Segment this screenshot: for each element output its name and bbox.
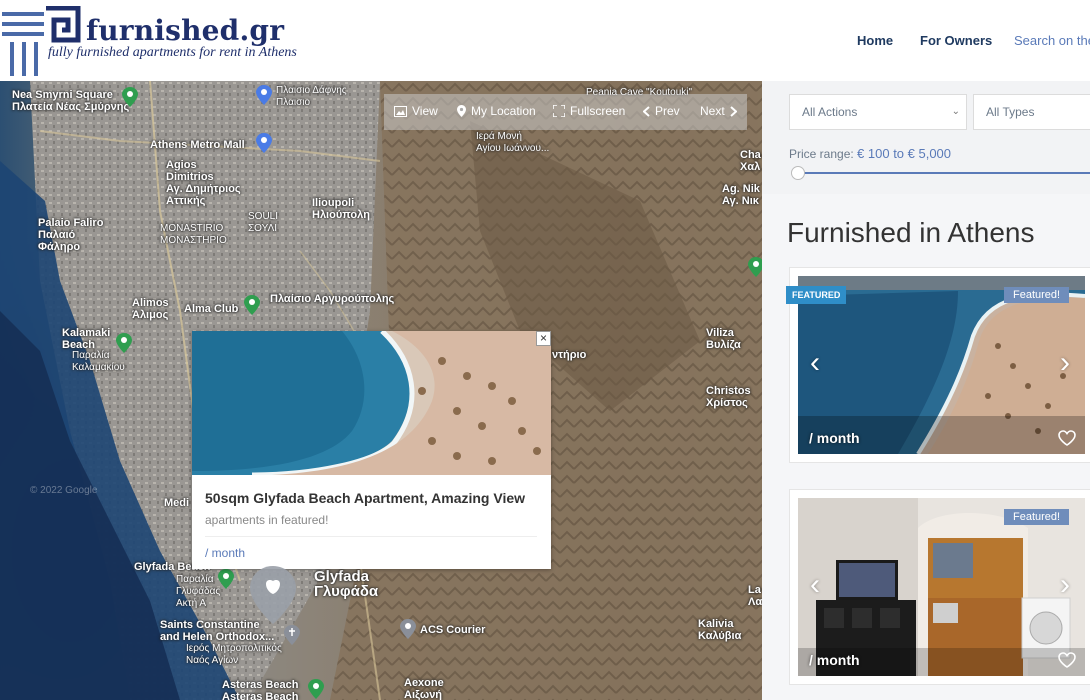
map-label: Πλαισιο Δάφνης Πλαισιο [276, 85, 347, 108]
price-range-caption: Price range: [789, 147, 854, 161]
carousel-prev-button[interactable]: ‹ [810, 570, 820, 600]
listing-card[interactable]: Featured! ‹ › / month [789, 489, 1090, 685]
popup-title[interactable]: 50sqm Glyfada Beach Apartment, Amazing V… [205, 490, 525, 506]
map-fullscreen-button[interactable]: Fullscreen [553, 104, 625, 118]
popup-subtitle: apartments in featured! [205, 513, 329, 527]
map-label: Ilioupoli Ηλιούπολη [312, 197, 370, 221]
heart-icon[interactable] [1058, 652, 1076, 668]
map-view[interactable]: Nea Smyrni Square Πλατεία Νέας Σμύρνης Π… [0, 81, 762, 700]
price-range-value: € 100 to € 5,000 [857, 146, 952, 161]
map-label: Agios Dimitrios Αγ. Δημήτριος Αττικής [166, 159, 241, 207]
courier-pin-icon[interactable] [400, 619, 416, 639]
shop-pin-icon[interactable] [256, 133, 272, 153]
listing-sidebar: All Actions ⌄ All Types Price range: € 1… [762, 81, 1090, 700]
types-select[interactable]: All Types [973, 94, 1090, 130]
park-pin-icon[interactable] [122, 87, 138, 107]
map-label: Παραλία Γλυφάδας Ακτή Α [176, 574, 221, 609]
fullscreen-icon [553, 105, 565, 117]
carousel-next-button[interactable]: › [1060, 348, 1070, 378]
map-next-label: Next [700, 104, 725, 118]
map-label: Ag. Nik Αγ. Νικ [722, 183, 760, 207]
beach-pin-icon[interactable] [218, 569, 234, 589]
featured-ribbon: FEATURED [786, 286, 847, 304]
map-label: Ιερά Μονή Αγίου Ιωάννου... [476, 131, 550, 154]
heart-icon[interactable] [1058, 430, 1076, 446]
price-slider-handle[interactable] [791, 166, 805, 180]
map-label: Alma Club [184, 303, 239, 315]
map-label: Ιερός Μητροπολιτικός Ναός Αγίων [186, 643, 282, 666]
popup-divider [205, 536, 537, 537]
map-fullscreen-label: Fullscreen [570, 104, 626, 118]
map-label: SOULI ΣΟΥΛΙ [248, 211, 279, 234]
map-label: La Λα [748, 584, 762, 608]
actions-select[interactable]: All Actions ⌄ [789, 94, 967, 130]
beach-pin-icon[interactable] [308, 679, 324, 699]
beach-pin-icon[interactable] [116, 333, 132, 353]
chevron-left-icon [643, 105, 650, 117]
church-pin-icon[interactable] [284, 625, 300, 645]
map-label: Athens Metro Mall [150, 139, 245, 151]
main-nav: Home For Owners Search on the [0, 33, 1090, 51]
venue-pin-icon[interactable] [244, 295, 260, 315]
map-prev-button[interactable]: Prev [643, 104, 680, 118]
beach-photo [192, 331, 551, 475]
carousel-next-button[interactable]: › [1060, 570, 1070, 600]
popup-price: / month [205, 546, 246, 560]
map-label: Πλαίσιο Αργυρούπολης [270, 293, 395, 305]
map-label: ντήριο [552, 349, 587, 361]
map-label: Nea Smyrni Square Πλατεία Νέας Σμύρνης [12, 89, 130, 113]
chevron-down-icon: ⌄ [951, 106, 960, 117]
types-select-value: All Types [986, 105, 1035, 119]
price-range-label: Price range: € 100 to € 5,000 [789, 146, 951, 161]
map-label: Cha Χαλ [740, 149, 761, 173]
card-price: / month [809, 430, 860, 446]
map-copyright: © 2022 Google [30, 485, 98, 496]
chevron-right-icon [730, 105, 737, 117]
map-label: Palaio Faliro Παλαιό Φάληρο [38, 217, 104, 253]
map-next-button[interactable]: Next [700, 104, 737, 118]
page: furnished.gr fully furnished apartments … [0, 0, 1090, 700]
popup-photo[interactable] [192, 331, 551, 475]
map-label: Kalamaki Beach [62, 327, 111, 351]
featured-badge: Featured! [1004, 287, 1070, 303]
map-toolbar: View My Location Fullscreen Prev Next [384, 94, 747, 130]
map-view-button[interactable]: View [394, 104, 438, 118]
nav-search[interactable]: Search on the [1014, 33, 1090, 48]
map-label: MONASTIRIO ΜΟΝΑΣΤΗΡΙΟ [160, 223, 227, 246]
listing-card[interactable]: Featured! ‹ › / month FEATURED [786, 267, 1090, 463]
image-icon [394, 105, 407, 117]
filters-panel: All Actions ⌄ All Types Price range: € 1… [762, 81, 1090, 194]
map-view-label: View [412, 104, 438, 118]
carousel-prev-button[interactable]: ‹ [810, 348, 820, 378]
shop-pin-icon[interactable] [256, 85, 272, 105]
map-label: Asteras Beach Asteras Beach [222, 679, 299, 700]
popup-close-button[interactable]: × [536, 331, 551, 346]
property-marker-icon[interactable] [250, 566, 296, 624]
map-label: Kalivia Καλύβια [698, 618, 742, 642]
map-label: Viliza Βυλίζα [706, 327, 741, 351]
map-my-location-label: My Location [471, 104, 536, 118]
map-prev-label: Prev [655, 104, 680, 118]
card-photo[interactable]: Featured! ‹ › / month [798, 498, 1085, 676]
price-slider-track[interactable] [797, 172, 1090, 174]
nav-for-owners[interactable]: For Owners [920, 33, 992, 48]
location-pin-icon [457, 105, 466, 117]
park-pin-icon[interactable] [748, 257, 762, 277]
map-label: ACS Courier [420, 624, 486, 636]
map-label: Aexone Αιξωνή [404, 677, 444, 700]
card-price: / month [809, 652, 860, 668]
featured-badge: Featured! [1004, 509, 1070, 525]
site-header: furnished.gr fully furnished apartments … [0, 0, 1090, 81]
map-label: Medi [164, 497, 190, 509]
map-my-location-button[interactable]: My Location [457, 104, 536, 118]
listing-popup[interactable]: × 50sqm Glyfada Beach Apartment, Amazing… [192, 331, 551, 569]
listing-title: Furnished in Athens [787, 217, 1035, 248]
map-label: Glyfada Γλυφάδα [314, 568, 379, 600]
map-label: Christos Χρίστος [706, 385, 751, 409]
actions-select-value: All Actions [802, 105, 858, 119]
map-label: Alimos Άλιμος [132, 297, 169, 321]
nav-home[interactable]: Home [857, 33, 893, 48]
map-label: Παραλία Καλαμακίου [72, 350, 125, 373]
